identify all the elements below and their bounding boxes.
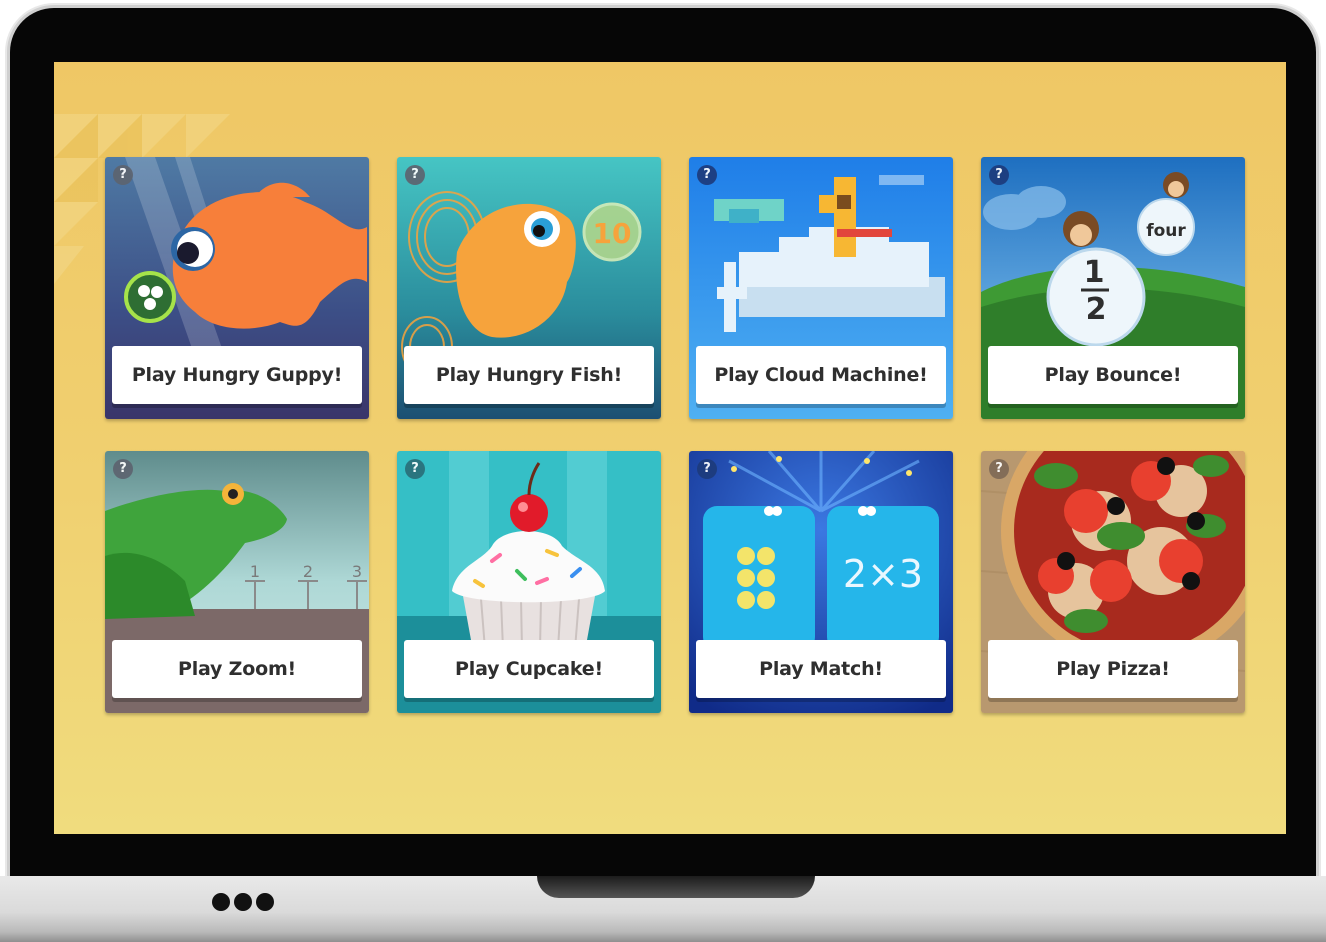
game-card-hungry-guppy[interactable]: ? Play Hungry Guppy! (105, 157, 369, 419)
play-cloud-machine-button[interactable]: Play Cloud Machine! (696, 346, 946, 404)
game-card-hungry-fish[interactable]: 10 ? Play Hungry Fish! (397, 157, 661, 419)
help-icon[interactable]: ? (405, 459, 425, 479)
bounce-word-label: four (1146, 221, 1186, 241)
play-pizza-button[interactable]: Play Pizza! (988, 640, 1238, 698)
help-icon[interactable]: ? (405, 165, 425, 185)
game-card-bounce[interactable]: four 1 2 ? Play Bounce! (981, 157, 1245, 419)
play-hungry-fish-button[interactable]: Play Hungry Fish! (404, 346, 654, 404)
zoom-tick-3: 3 (352, 562, 362, 581)
help-icon[interactable]: ? (113, 459, 133, 479)
zoom-tick-2: 2 (303, 562, 313, 581)
game-card-zoom[interactable]: 1 2 3 ? Play Zoom! (105, 451, 369, 713)
help-icon[interactable]: ? (697, 459, 717, 479)
help-icon[interactable]: ? (989, 459, 1009, 479)
more-icon (212, 893, 274, 911)
fish-number-label: 10 (593, 217, 632, 250)
multiplication-label: 2×3 (843, 552, 923, 596)
game-card-cupcake[interactable]: ? Play Cupcake! (397, 451, 661, 713)
play-bounce-button[interactable]: Play Bounce! (988, 346, 1238, 404)
game-card-pizza[interactable]: ? Play Pizza! (981, 451, 1245, 713)
fraction-denominator: 2 (1086, 292, 1107, 327)
play-zoom-button[interactable]: Play Zoom! (112, 640, 362, 698)
help-icon[interactable]: ? (989, 165, 1009, 185)
play-hungry-guppy-button[interactable]: Play Hungry Guppy! (112, 346, 362, 404)
game-card-cloud-machine[interactable]: ? Play Cloud Machine! (689, 157, 953, 419)
zoom-tick-1: 1 (250, 562, 260, 581)
laptop-notch (537, 876, 815, 898)
game-card-match[interactable]: 2×3 ? Play Match! (689, 451, 953, 713)
play-cupcake-button[interactable]: Play Cupcake! (404, 640, 654, 698)
fraction-numerator: 1 (1084, 255, 1105, 290)
help-icon[interactable]: ? (113, 165, 133, 185)
play-match-button[interactable]: Play Match! (696, 640, 946, 698)
help-icon[interactable]: ? (697, 165, 717, 185)
